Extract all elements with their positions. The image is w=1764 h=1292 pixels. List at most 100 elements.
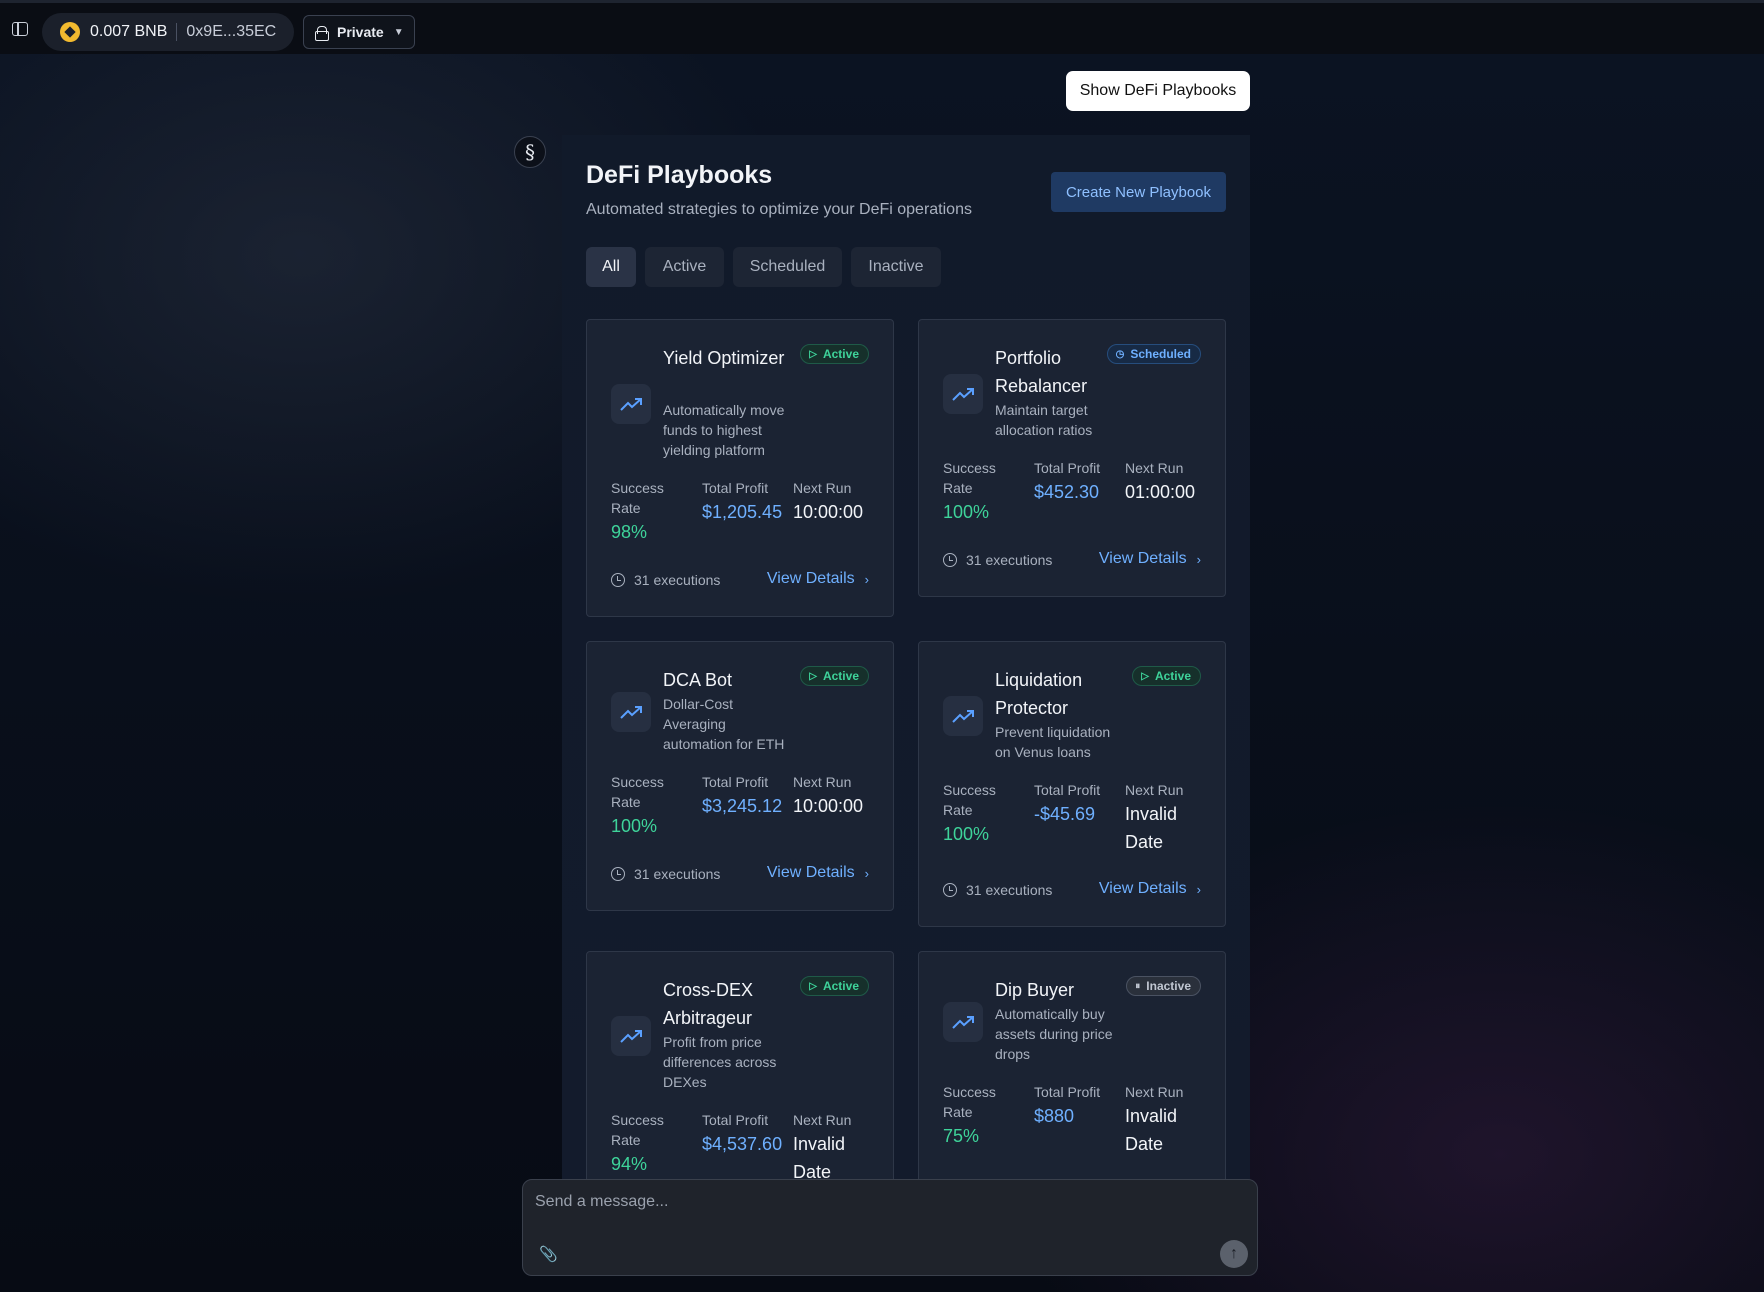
tab-scheduled[interactable]: Scheduled	[733, 247, 842, 287]
send-button[interactable]: ↑	[1220, 1240, 1248, 1268]
next-run-stat: Next Run 01:00:00	[1125, 458, 1215, 506]
playbook-card[interactable]: DCA Bot ▷ Active Dollar-Cost Averaging au…	[586, 641, 894, 911]
paperclip-icon[interactable]: 📎	[539, 1245, 558, 1263]
message-input[interactable]	[535, 1188, 1235, 1216]
wallet-balance: 0.007 BNB	[90, 23, 168, 40]
playbook-name: DCA Bot	[663, 670, 733, 690]
success-rate-stat: Success Rate 100%	[611, 772, 691, 840]
playbook-card[interactable]: Yield Optimizer ▷ Active Automatically mo…	[586, 319, 894, 617]
next-run-stat: Next Run Invalid Date	[1125, 1082, 1205, 1158]
play-icon: ▷	[809, 348, 817, 360]
success-rate-stat: Success Rate 75%	[943, 1082, 1023, 1150]
panel-subtitle: Automated strategies to optimize your De…	[586, 201, 972, 218]
playbook-card[interactable]: Cross-DEX Arbitrageur ▷ Active Profit fro…	[586, 951, 894, 1179]
defi-playbooks-panel: DeFi Playbooks Automated strategies to o…	[562, 135, 1250, 1179]
privacy-selector[interactable]: Private ▼	[303, 15, 415, 49]
next-run-stat: Next Run Invalid Date	[1125, 780, 1205, 856]
show-defi-playbooks-button[interactable]: Show DeFi Playbooks	[1066, 71, 1250, 111]
success-rate-value: 100%	[611, 816, 658, 836]
view-details-link[interactable]: View Details ›	[767, 864, 869, 882]
next-run-label: Next Run	[1125, 782, 1184, 798]
next-run-label: Next Run	[793, 1112, 852, 1128]
next-run-stat: Next Run 10:00:00	[793, 478, 883, 526]
next-run-value: 10:00:00	[793, 502, 864, 522]
create-playbook-button[interactable]: Create New Playbook	[1051, 172, 1226, 212]
success-rate-label: Success Rate	[611, 480, 664, 516]
wallet-pill[interactable]: 0.007 BNB 0x9E...35EC	[42, 13, 294, 51]
total-profit-label: Total Profit	[702, 774, 769, 790]
tab-active[interactable]: Active	[645, 247, 724, 287]
total-profit-value: $4,537.60	[702, 1134, 783, 1154]
play-icon: ▷	[809, 670, 817, 682]
next-run-value: 10:00:00	[793, 796, 864, 816]
tab-all[interactable]: All	[586, 247, 636, 287]
playbook-description: Maintain target allocation ratios	[995, 402, 1093, 438]
total-profit-value: $452.30	[1034, 482, 1100, 502]
clock-icon: ◷	[1115, 348, 1125, 360]
sidebar-toggle-icon[interactable]	[12, 22, 28, 36]
view-details-label: View Details	[766, 570, 855, 587]
next-run-label: Next Run	[793, 774, 852, 790]
play-icon: ▷	[1141, 670, 1149, 682]
total-profit-label: Total Profit	[702, 480, 769, 496]
lock-icon	[315, 25, 329, 41]
view-details-link[interactable]: View Details ›	[1099, 880, 1201, 898]
status-badge: ▷ Active	[800, 976, 869, 996]
playbook-card[interactable]: Portfolio Rebalancer ◷ Scheduled Maintain…	[918, 319, 1226, 597]
status-label: Active	[822, 979, 859, 993]
total-profit-stat: Total Profit $4,537.60	[702, 1110, 782, 1158]
status-badge: ▷ Active	[1132, 666, 1201, 686]
view-details-label: View Details	[766, 864, 855, 881]
play-icon: ▷	[809, 980, 817, 992]
next-run-stat: Next Run 10:00:00	[793, 772, 883, 820]
status-label: Scheduled	[1130, 347, 1191, 361]
success-rate-label: Success Rate	[611, 1112, 664, 1148]
top-bar: 0.007 BNB 0x9E...35EC Private ▼	[0, 0, 1764, 54]
total-profit-value: -$45.69	[1034, 804, 1096, 824]
total-profit-value: $1,205.45	[702, 502, 783, 522]
privacy-label: Private	[337, 24, 384, 40]
clock-icon	[943, 553, 957, 567]
playbook-description: Automatically buy assets during price dr…	[995, 1006, 1113, 1062]
success-rate-label: Success Rate	[943, 782, 996, 818]
view-details-link[interactable]: View Details ›	[1099, 550, 1201, 568]
success-rate-value: 100%	[943, 502, 990, 522]
success-rate-stat: Success Rate 100%	[943, 458, 1023, 526]
playbook-card[interactable]: Dip Buyer ⏸ Inactive Automatically buy as…	[918, 951, 1226, 1179]
clock-icon	[611, 867, 625, 881]
view-details-link[interactable]: View Details ›	[767, 570, 869, 588]
tab-inactive[interactable]: Inactive	[851, 247, 941, 287]
view-details-label: View Details	[1098, 880, 1187, 897]
status-label: Active	[1154, 669, 1191, 683]
executions-label: 31 executions	[634, 572, 721, 588]
success-rate-label: Success Rate	[943, 1084, 996, 1120]
chevron-right-icon: ›	[1196, 551, 1201, 567]
playbook-description: Prevent liquidation on Venus loans	[995, 724, 1111, 760]
wallet-divider	[176, 23, 178, 41]
success-rate-label: Success Rate	[611, 774, 664, 810]
status-label: Inactive	[1146, 979, 1191, 993]
chevron-right-icon: ›	[864, 571, 869, 587]
total-profit-label: Total Profit	[1034, 1084, 1101, 1100]
next-run-label: Next Run	[1125, 1084, 1184, 1100]
next-run-value: 01:00:00	[1125, 482, 1196, 502]
playbook-description: Dollar-Cost Averaging automation for ETH	[663, 696, 785, 752]
status-label: Active	[822, 669, 859, 683]
total-profit-value: $880	[1034, 1106, 1075, 1126]
success-rate-value: 98%	[611, 522, 648, 542]
total-profit-stat: Total Profit -$45.69	[1034, 780, 1100, 828]
chevron-right-icon: ›	[864, 865, 869, 881]
success-rate-stat: Success Rate 98%	[611, 478, 691, 546]
playbook-card[interactable]: Liquidation Protector ▷ Active Prevent li…	[918, 641, 1226, 927]
trending-up-icon	[943, 374, 983, 414]
next-run-label: Next Run	[793, 480, 852, 496]
trending-up-icon	[611, 384, 651, 424]
trending-up-icon	[611, 692, 651, 732]
playbook-name: Dip Buyer	[995, 980, 1075, 1000]
success-rate-value: 94%	[611, 1154, 648, 1174]
trending-up-icon	[943, 1002, 983, 1042]
status-badge: ⏸ Inactive	[1126, 976, 1201, 996]
pause-icon: ⏸	[1135, 980, 1141, 992]
next-run-label: Next Run	[1125, 460, 1184, 476]
success-rate-stat: Success Rate 100%	[943, 780, 1023, 848]
